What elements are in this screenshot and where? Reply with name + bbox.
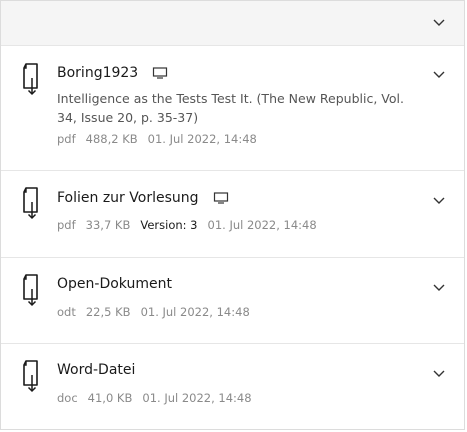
monitor-icon[interactable] — [152, 66, 168, 80]
file-meta: pdf 488,2 KB 01. Jul 2022, 14:48 — [57, 132, 267, 146]
file-list-panel: Boring1923 Intelligence as the Tests Tes… — [0, 0, 465, 430]
file-item-open-dokument: Open-Dokument odt 22,5 KB 01. Jul 2022, … — [1, 257, 464, 343]
file-type: odt — [57, 305, 76, 319]
title-row: Folien zur Vorlesung — [57, 190, 229, 206]
file-title[interactable]: Boring1923 — [57, 65, 138, 81]
file-type: pdf — [57, 218, 76, 232]
file-size: 22,5 KB — [85, 305, 131, 319]
chevron-down-icon[interactable] — [430, 14, 448, 32]
chevron-down-icon[interactable] — [430, 66, 448, 84]
title-row: Word-Datei — [57, 362, 135, 378]
file-size: 41,0 KB — [87, 391, 133, 405]
file-item-folien: Folien zur Vorlesung pdf 33,7 KB Version… — [1, 170, 464, 257]
title-row: Open-Dokument — [57, 276, 172, 292]
title-row: Boring1923 — [57, 65, 168, 81]
panel-header — [1, 1, 464, 45]
file-title[interactable]: Open-Dokument — [57, 276, 172, 292]
file-download-icon[interactable] — [19, 273, 45, 307]
file-version: Version: 3 — [140, 218, 198, 232]
file-type: pdf — [57, 132, 76, 146]
file-download-icon[interactable] — [19, 186, 45, 220]
file-date: 01. Jul 2022, 14:48 — [207, 218, 317, 232]
file-description: Intelligence as the Tests Test It. (The … — [57, 91, 404, 125]
file-meta: doc 41,0 KB 01. Jul 2022, 14:48 — [57, 391, 262, 405]
file-meta: odt 22,5 KB 01. Jul 2022, 14:48 — [57, 305, 260, 319]
file-title[interactable]: Word-Datei — [57, 362, 135, 378]
file-date: 01. Jul 2022, 14:48 — [147, 132, 257, 146]
file-type: doc — [57, 391, 78, 405]
file-meta: pdf 33,7 KB Version: 3 01. Jul 2022, 14:… — [57, 218, 327, 232]
monitor-icon[interactable] — [213, 191, 229, 205]
chevron-down-icon[interactable] — [430, 192, 448, 210]
file-date: 01. Jul 2022, 14:48 — [142, 391, 252, 405]
file-size: 33,7 KB — [85, 218, 131, 232]
chevron-down-icon[interactable] — [430, 365, 448, 383]
file-download-icon[interactable] — [19, 359, 45, 393]
file-date: 01. Jul 2022, 14:48 — [140, 305, 250, 319]
file-item-word-datei: Word-Datei doc 41,0 KB 01. Jul 2022, 14:… — [1, 343, 464, 429]
chevron-down-icon[interactable] — [430, 279, 448, 297]
file-download-icon[interactable] — [19, 62, 45, 96]
file-title[interactable]: Folien zur Vorlesung — [57, 190, 199, 206]
file-item-boring1923: Boring1923 Intelligence as the Tests Tes… — [1, 45, 464, 170]
file-size: 488,2 KB — [85, 132, 138, 146]
